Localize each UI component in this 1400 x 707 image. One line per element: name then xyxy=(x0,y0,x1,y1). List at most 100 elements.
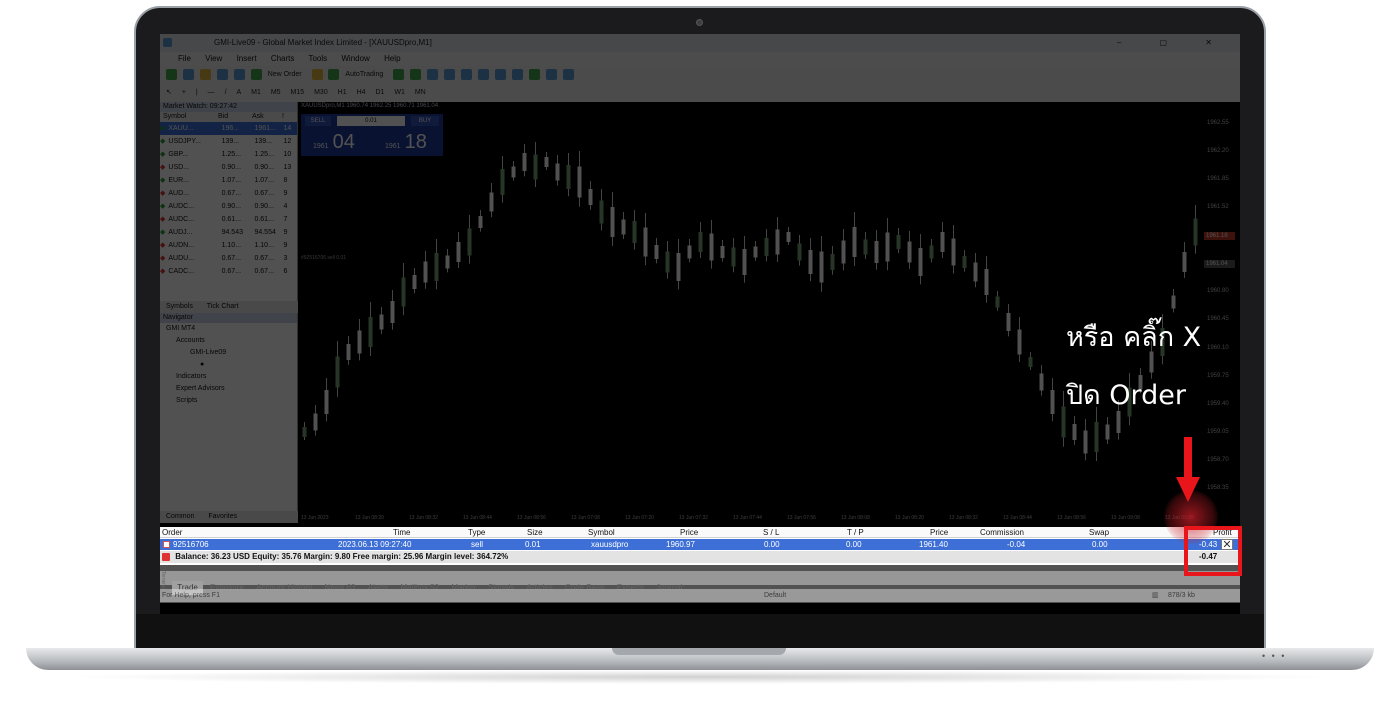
market-watch-row[interactable]: ◆ AUDC... 0.90... 0.90... 4 xyxy=(160,200,297,213)
symbol-cell: CADC... xyxy=(168,268,195,275)
candle-body xyxy=(566,165,571,189)
price-chart[interactable]: XAUUSDpro,M1 1960.74 1962.25 1960.71 196… xyxy=(299,102,1240,523)
symbol-cell: USDJPY... xyxy=(168,138,201,145)
market-watch-row[interactable]: ◆ USDJPY... 139... 139... 12 xyxy=(160,135,297,148)
new-order-button[interactable]: New Order xyxy=(268,66,302,84)
col-price[interactable]: Price xyxy=(680,527,698,538)
terminal-icon[interactable] xyxy=(233,68,245,80)
nav-scripts[interactable]: Scripts xyxy=(160,395,297,407)
zoom-in-icon[interactable] xyxy=(444,68,456,80)
buy-price[interactable]: 1961 18 xyxy=(385,132,427,157)
navigator-title: Navigator xyxy=(160,313,297,323)
market-watch-icon[interactable] xyxy=(199,68,211,80)
cell-symbol: xauusdpro xyxy=(591,540,629,549)
crosshair-icon[interactable]: + xyxy=(182,84,186,102)
trendline-icon[interactable]: / xyxy=(225,84,227,102)
templates-icon[interactable] xyxy=(562,68,574,80)
window-controls[interactable]: – ▢ ✕ xyxy=(1117,34,1230,52)
nav-account-live09[interactable]: GMI-Live09 xyxy=(160,347,297,359)
market-watch-row[interactable]: ◆ AUDJ... 94.543 94.554 9 xyxy=(160,226,297,239)
tf-m1[interactable]: M1 xyxy=(251,84,261,102)
market-watch-row[interactable]: ◆ AUDC... 0.61... 0.61... 7 xyxy=(160,213,297,226)
candle-body xyxy=(984,269,989,295)
tf-m30[interactable]: M30 xyxy=(314,84,328,102)
navigator-icon[interactable] xyxy=(216,68,228,80)
market-watch-row[interactable]: ◆ AUDN... 1.10... 1.10... 9 xyxy=(160,239,297,252)
candle-chart-icon[interactable] xyxy=(410,68,422,80)
menu-tools[interactable]: Tools xyxy=(308,54,327,63)
time-tick: 13 Jun 07:44 xyxy=(733,515,762,521)
nav-accounts[interactable]: Accounts xyxy=(160,335,297,347)
menu-insert[interactable]: Insert xyxy=(237,54,257,63)
tf-h4[interactable]: H4 xyxy=(357,84,366,102)
tile-windows-icon[interactable] xyxy=(478,68,490,80)
tf-m5[interactable]: M5 xyxy=(271,84,281,102)
market-watch-row[interactable]: ◆ USD... 0.90... 0.90... 13 xyxy=(160,161,297,174)
tf-h1[interactable]: H1 xyxy=(338,84,347,102)
col-sl[interactable]: S / L xyxy=(763,527,779,538)
tf-d1[interactable]: D1 xyxy=(375,84,384,102)
tab-symbols[interactable]: Symbols xyxy=(160,303,199,310)
line-chart-icon[interactable] xyxy=(427,68,439,80)
tf-w1[interactable]: W1 xyxy=(394,84,405,102)
metaeditor-icon[interactable] xyxy=(311,68,323,80)
col-spread[interactable]: ! xyxy=(282,112,296,122)
candle-body xyxy=(665,251,670,273)
col-commission[interactable]: Commission xyxy=(980,527,1024,538)
col-price-current[interactable]: Price xyxy=(930,527,948,538)
ask-cell: 0.67... xyxy=(254,255,274,262)
profiles-icon[interactable] xyxy=(182,68,194,80)
chart-shift-icon[interactable] xyxy=(494,68,506,80)
market-watch-row[interactable]: ◆ XAUU... 196... 1961... 14 xyxy=(160,122,297,135)
autotrading-button[interactable]: AutoTrading xyxy=(345,66,383,84)
nav-indicators[interactable]: Indicators xyxy=(160,371,297,383)
nav-expert-advisors[interactable]: Expert Advisors xyxy=(160,383,297,395)
menu-help[interactable]: Help xyxy=(384,54,400,63)
candle-body xyxy=(511,166,516,178)
menu-window[interactable]: Window xyxy=(341,54,369,63)
cursor-icon[interactable]: ↖ xyxy=(166,84,172,102)
tf-m15[interactable]: M15 xyxy=(291,84,305,102)
menu-file[interactable]: File xyxy=(178,54,191,63)
menu-charts[interactable]: Charts xyxy=(271,54,295,63)
market-watch-row[interactable]: ◆ AUD... 0.67... 0.67... 9 xyxy=(160,187,297,200)
tab-favorites[interactable]: Favorites xyxy=(202,513,243,520)
col-time[interactable]: Time xyxy=(393,527,410,538)
vertical-line-icon[interactable]: | xyxy=(196,84,198,102)
indicators-icon[interactable] xyxy=(528,68,540,80)
spread-cell: 14 xyxy=(283,125,292,132)
market-watch-row[interactable]: ◆ GBP... 1.25... 1.25... 10 xyxy=(160,148,297,161)
buy-button[interactable]: BUY xyxy=(411,116,439,126)
col-size[interactable]: Size xyxy=(527,527,543,538)
col-order[interactable]: Order xyxy=(162,527,182,538)
horizontal-line-icon[interactable]: — xyxy=(208,84,215,102)
candle-body xyxy=(940,232,945,252)
menu-view[interactable]: View xyxy=(205,54,222,63)
order-row[interactable]: 92516706 2023.06.13 09:27:40 sell 0.01 x… xyxy=(160,539,1240,550)
tab-tick-chart[interactable]: Tick Chart xyxy=(201,303,245,310)
tab-common[interactable]: Common xyxy=(160,513,200,520)
periods-icon[interactable] xyxy=(545,68,557,80)
auto-scroll-icon[interactable] xyxy=(511,68,523,80)
col-swap[interactable]: Swap xyxy=(1089,527,1109,538)
col-ask[interactable]: Ask xyxy=(252,112,282,122)
col-tp[interactable]: T / P xyxy=(847,527,864,538)
market-watch-row[interactable]: ◆ AUDU... 0.67... 0.67... 3 xyxy=(160,252,297,265)
lot-size-input[interactable]: 0.01 xyxy=(337,116,405,126)
bar-chart-icon[interactable] xyxy=(393,68,405,80)
tf-mn[interactable]: MN xyxy=(415,84,426,102)
new-chart-icon[interactable] xyxy=(166,68,177,80)
col-type[interactable]: Type xyxy=(468,527,485,538)
nav-root[interactable]: GMI MT4 xyxy=(160,323,297,335)
zoom-out-icon[interactable] xyxy=(461,68,473,80)
text-icon[interactable]: A xyxy=(237,84,242,102)
col-symbol[interactable]: Symbol xyxy=(588,527,615,538)
market-watch-row[interactable]: ◆ CADC... 0.67... 0.67... 6 xyxy=(160,265,297,278)
price-axis: 1962.55 1962.20 1961.85 1961.52 1961.18 1961.… xyxy=(1201,102,1240,523)
sell-price[interactable]: 1961 04 xyxy=(313,132,355,157)
sell-button[interactable]: SELL xyxy=(305,116,331,126)
col-bid[interactable]: Bid xyxy=(218,112,252,122)
market-watch-row[interactable]: ◆ EUR... 1.07... 1.07... 8 xyxy=(160,174,297,187)
col-symbol[interactable]: Symbol xyxy=(160,112,218,122)
cell-price-current: 1961.40 xyxy=(919,540,948,549)
